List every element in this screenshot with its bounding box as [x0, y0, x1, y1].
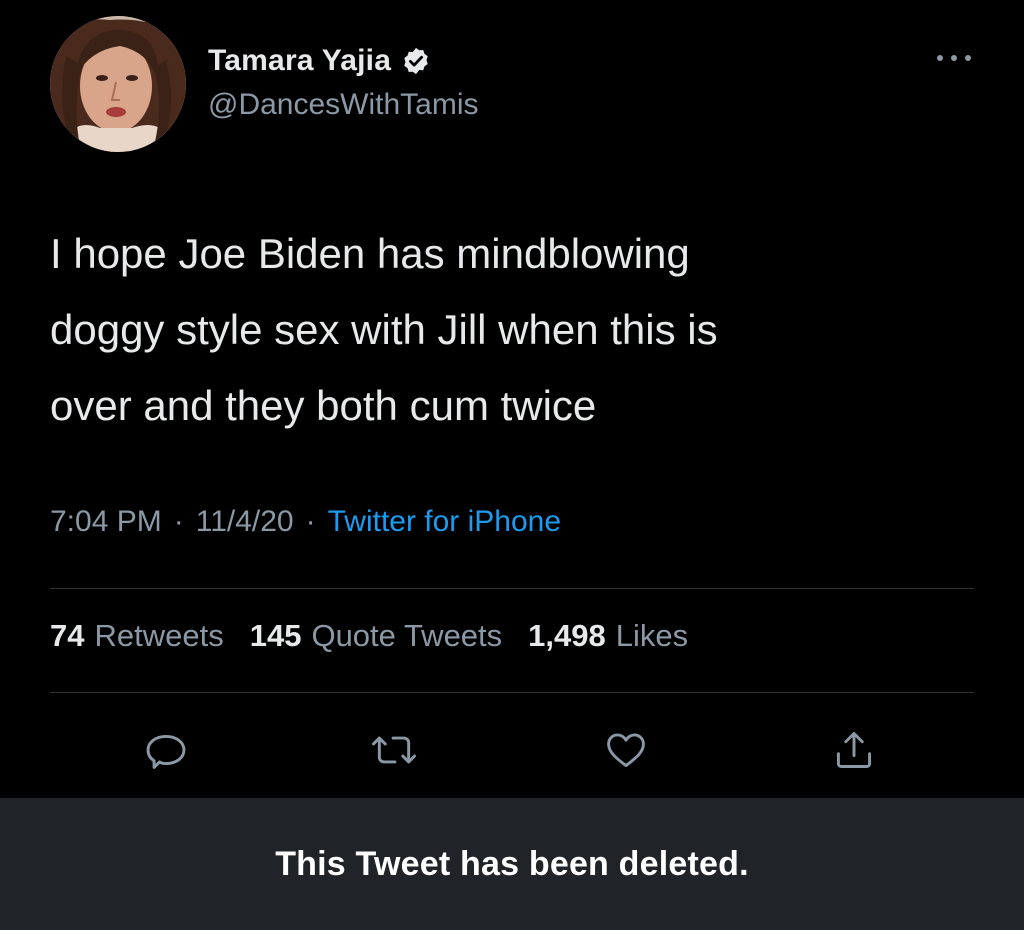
retweet-icon — [372, 736, 416, 764]
likes-label: Likes — [615, 618, 689, 653]
tweet-card: Tamara Yajia @DancesWithTamis I hope Joe… — [0, 0, 1024, 798]
retweets-count: 74 — [50, 618, 85, 653]
reply-icon — [146, 734, 186, 769]
tweet-stats: 74 Retweets 145 Quote Tweets 1,498 Likes — [50, 618, 714, 654]
divider — [50, 588, 974, 589]
like-icon — [607, 733, 645, 768]
tweet-text-line: over and they both cum twice — [50, 382, 597, 429]
meta-separator: · — [173, 505, 184, 538]
profile-photo-icon — [50, 16, 186, 152]
tweet-date[interactable]: 11/4/20 — [196, 505, 294, 539]
retweets-stat[interactable]: 74 Retweets — [50, 618, 224, 654]
tweet-text-line: doggy style sex with Jill when this is — [50, 306, 718, 353]
likes-stat[interactable]: 1,498 Likes — [528, 618, 688, 654]
likes-count: 1,498 — [528, 618, 606, 653]
share-button[interactable] — [826, 722, 882, 778]
tweet-text: I hope Joe Biden has mindblowing doggy s… — [50, 216, 980, 444]
display-name[interactable]: Tamara Yajia — [208, 44, 391, 78]
meta-separator: · — [305, 505, 316, 538]
tweet-time[interactable]: 7:04 PM — [50, 505, 162, 539]
quote-tweets-stat[interactable]: 145 Quote Tweets — [250, 618, 502, 654]
divider — [50, 692, 974, 693]
quote-tweets-count: 145 — [249, 618, 302, 653]
share-icon — [836, 732, 872, 768]
deleted-notice: This Tweet has been deleted. — [275, 844, 749, 883]
verified-badge-icon — [404, 47, 428, 75]
retweet-button[interactable] — [366, 722, 422, 778]
tweet-actions — [0, 722, 1024, 778]
tweet-text-line: I hope Joe Biden has mindblowing — [50, 230, 690, 277]
tweet-metadata: 7:04 PM · 11/4/20 · Twitter for iPhone — [50, 505, 561, 539]
deleted-notice-bar: This Tweet has been deleted. — [0, 798, 1024, 930]
like-button[interactable] — [598, 722, 654, 778]
tweet-source-link[interactable]: Twitter for iPhone — [328, 505, 561, 539]
quote-tweets-label: Quote Tweets — [311, 618, 503, 653]
more-options-icon[interactable] — [932, 46, 976, 70]
reply-button[interactable] — [138, 722, 194, 778]
retweets-label: Retweets — [94, 618, 224, 653]
handle[interactable]: @DancesWithTamis — [208, 88, 479, 122]
avatar[interactable] — [50, 16, 186, 152]
author-name-row[interactable]: Tamara Yajia — [208, 40, 431, 82]
